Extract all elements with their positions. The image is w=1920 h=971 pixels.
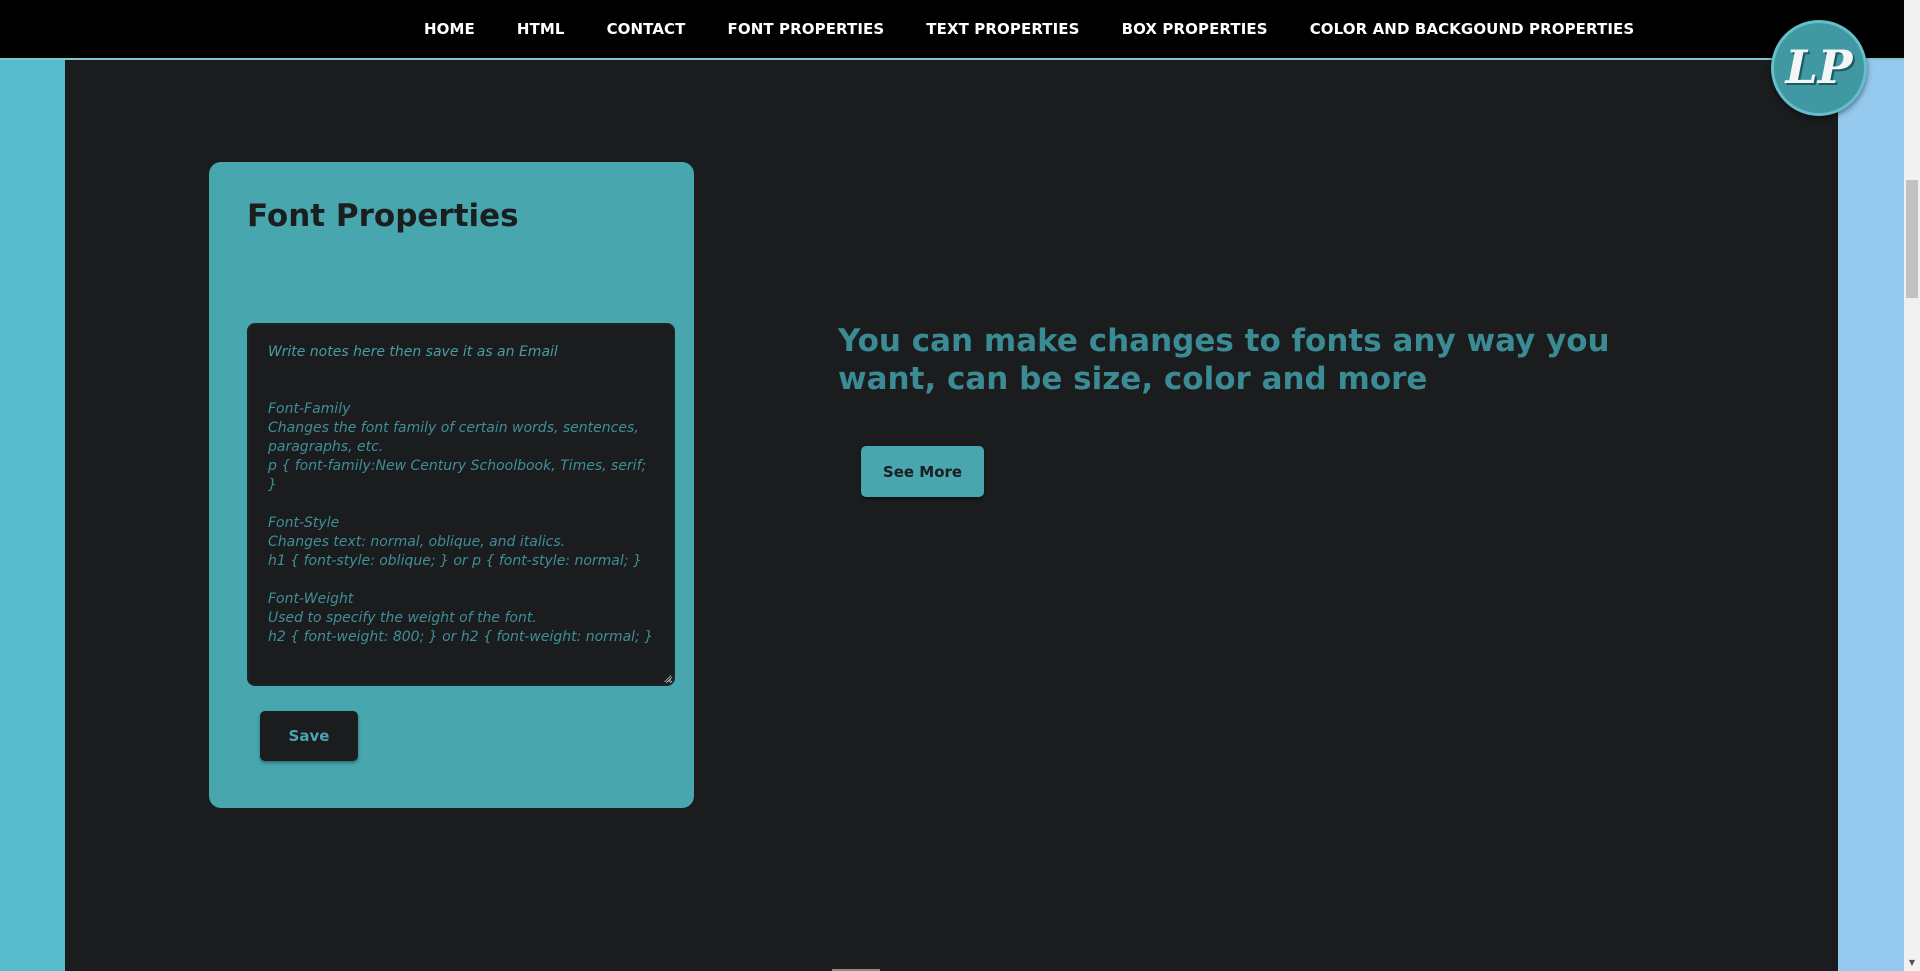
nav-link-box-properties[interactable]: BOX PROPERTIES xyxy=(1122,20,1268,38)
resize-grip-icon[interactable] xyxy=(663,674,671,682)
notes-textarea[interactable]: Write notes here then save it as an Emai… xyxy=(247,323,675,686)
save-button[interactable]: Save xyxy=(260,711,358,761)
left-side-band xyxy=(0,59,65,971)
notes-placeholder: Write notes here then save it as an Emai… xyxy=(268,344,558,360)
top-navbar: HOME HTML CONTACT FONT PROPERTIES TEXT P… xyxy=(0,0,1904,60)
vertical-scrollbar[interactable] xyxy=(1904,0,1920,971)
nav-link-color-background-properties[interactable]: COLOR AND BACKGOUND PROPERTIES xyxy=(1310,20,1635,38)
card-title: Font Properties xyxy=(247,198,519,234)
see-more-button[interactable]: See More xyxy=(861,446,984,497)
nav-menu: HOME HTML CONTACT FONT PROPERTIES TEXT P… xyxy=(403,0,1655,58)
notes-content: Font-Family Changes the font family of c… xyxy=(268,401,654,645)
right-side-band xyxy=(1838,59,1904,971)
scroll-down-arrow-icon[interactable]: ▼ xyxy=(1904,955,1920,971)
scrollbar-thumb[interactable] xyxy=(1906,180,1918,298)
nav-link-home[interactable]: HOME xyxy=(424,20,475,38)
nav-link-font-properties[interactable]: FONT PROPERTIES xyxy=(728,20,885,38)
nav-link-contact[interactable]: CONTACT xyxy=(607,20,686,38)
font-properties-card: Font Properties Write notes here then sa… xyxy=(209,162,694,808)
lp-monogram-icon: LP xyxy=(1785,40,1853,94)
nav-link-text-properties[interactable]: TEXT PROPERTIES xyxy=(926,20,1079,38)
site-logo[interactable]: LP xyxy=(1771,20,1867,116)
hero-headline: You can make changes to fonts any way yo… xyxy=(838,323,1610,397)
nav-link-html[interactable]: HTML xyxy=(517,20,565,38)
